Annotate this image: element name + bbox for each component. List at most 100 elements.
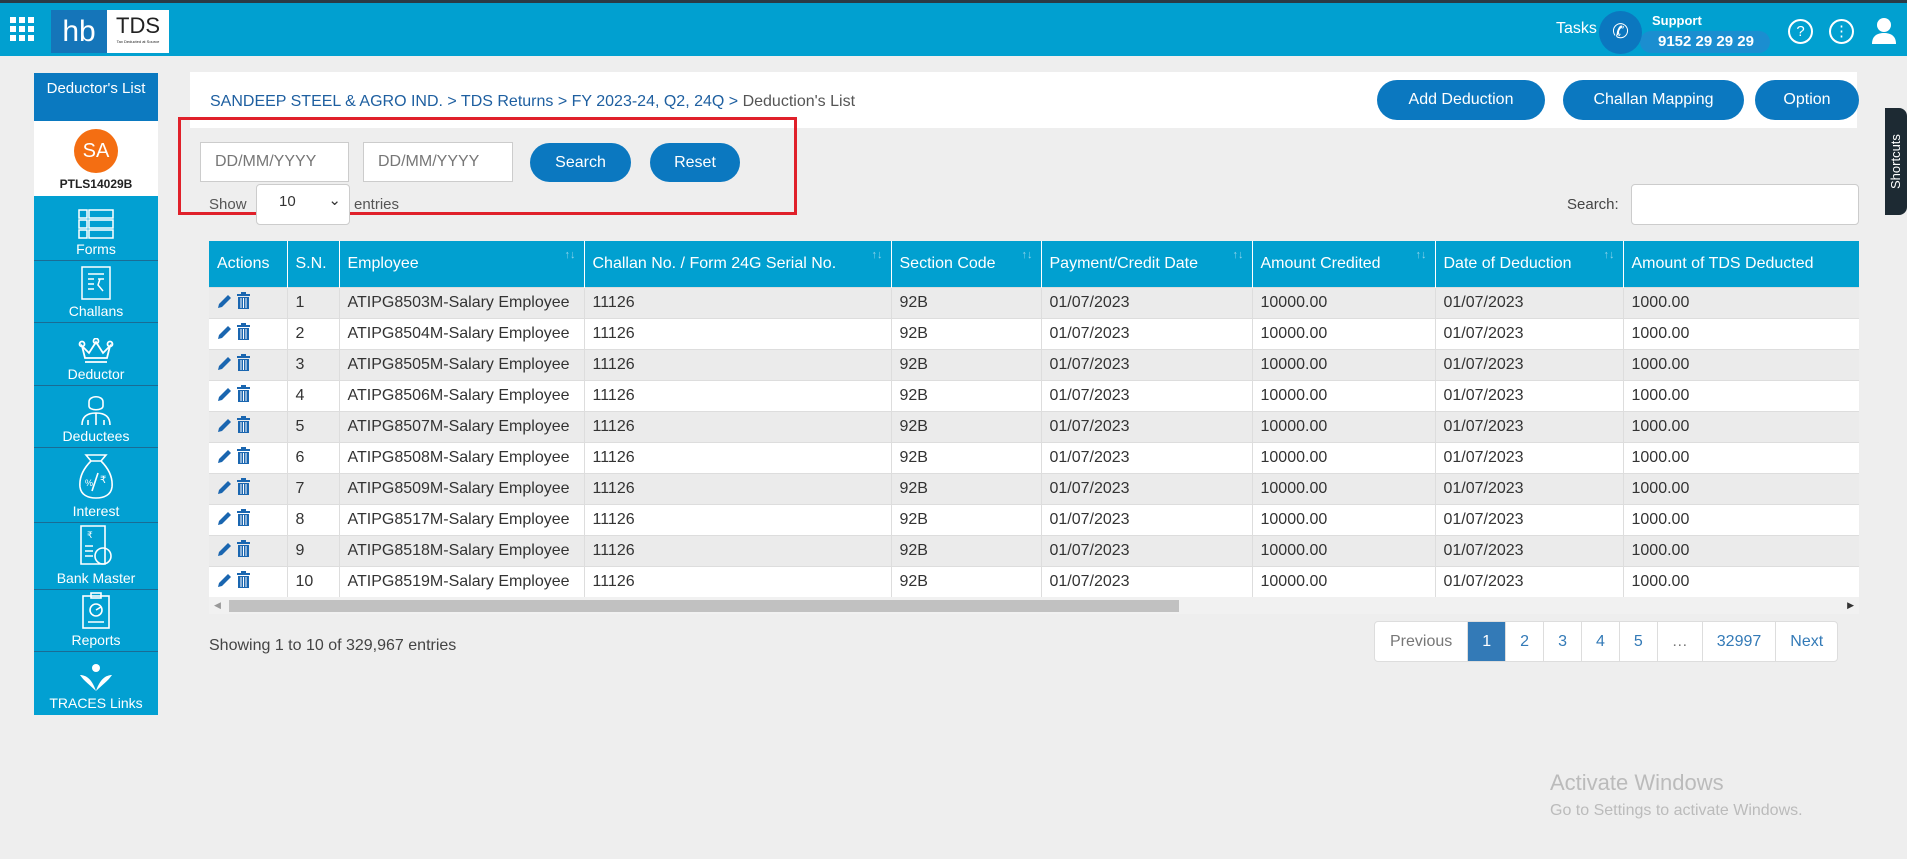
edit-icon[interactable]	[217, 542, 233, 561]
add-deduction-button[interactable]: Add Deduction	[1377, 80, 1545, 120]
hbtds-logo[interactable]: hb TDS Tax Deducted at Source	[51, 10, 169, 53]
actions-cell	[209, 503, 288, 535]
table-cell: 11126	[584, 472, 892, 504]
table-cell: 92B	[891, 317, 1042, 349]
table-cell: 1000.00	[1623, 472, 1859, 504]
sidebar-item-deductor[interactable]: Deductor	[34, 323, 158, 386]
column-header-label: Challan No. / Form 24G Serial No.	[592, 254, 837, 272]
table-cell: 10000.00	[1252, 286, 1436, 318]
sidebar-item-traces-links[interactable]: TRACES Links	[34, 652, 158, 714]
sort-icon[interactable]: ↑↓	[565, 249, 576, 261]
entries-per-page-select[interactable]: 10 ⌄	[256, 184, 350, 225]
table-cell: 1000.00	[1623, 317, 1859, 349]
table-search-input[interactable]	[1631, 184, 1859, 225]
sidebar-item-interest[interactable]: % ₹ Interest	[34, 448, 158, 523]
table-cell: 8	[287, 503, 340, 535]
page-2[interactable]: 2	[1506, 622, 1545, 661]
sidebar-item-challans[interactable]: Challans	[34, 261, 158, 323]
sort-icon[interactable]: ↑↓	[1233, 249, 1244, 261]
support-label: Support	[1652, 13, 1702, 28]
more-options-icon[interactable]: ⋮	[1829, 19, 1854, 44]
table-cell: 01/07/2023	[1435, 286, 1624, 318]
table-row: 6 ATIPG8508M-Salary Employee 11126 92B 01/07…	[209, 441, 1859, 473]
table-cell: 01/07/2023	[1041, 410, 1253, 442]
breadcrumb-tds-returns[interactable]: TDS Returns	[461, 93, 553, 110]
challan-mapping-button[interactable]: Challan Mapping	[1563, 80, 1744, 120]
page-last[interactable]: 32997	[1703, 622, 1777, 661]
logo-tds: TDS Tax Deducted at Source	[107, 10, 169, 53]
actions-cell	[209, 317, 288, 349]
sort-icon[interactable]: ↑↓	[1604, 249, 1615, 261]
delete-icon[interactable]	[237, 477, 251, 499]
column-header[interactable]: Challan No. / Form 24G Serial No. ↑↓	[584, 241, 892, 287]
actions-cell	[209, 472, 288, 504]
delete-icon[interactable]	[237, 353, 251, 375]
delete-icon[interactable]	[237, 446, 251, 468]
page-1[interactable]: 1	[1468, 622, 1507, 661]
delete-icon[interactable]	[237, 508, 251, 530]
page-3[interactable]: 3	[1544, 622, 1582, 661]
deductor-profile[interactable]: SA PTLS14029B	[34, 122, 158, 196]
sidebar-item-deductees[interactable]: Deductees	[34, 386, 158, 448]
svg-text:%: %	[85, 478, 93, 488]
table-cell: 92B	[891, 379, 1042, 411]
edit-icon[interactable]	[217, 573, 233, 592]
column-header-label: Section Code	[899, 254, 996, 272]
breadcrumb-return-period[interactable]: FY 2023-24, Q2, 24Q	[572, 93, 725, 110]
edit-icon[interactable]	[217, 356, 233, 375]
scroll-right-icon[interactable]: ▶	[1847, 600, 1854, 611]
edit-icon[interactable]	[217, 480, 233, 499]
column-header[interactable]: Date of Deduction ↑↓	[1435, 241, 1624, 287]
page-5[interactable]: 5	[1620, 622, 1658, 661]
scrollbar-thumb[interactable]	[229, 600, 1179, 612]
breadcrumb-deductor[interactable]: SANDEEP STEEL & AGRO IND.	[210, 93, 443, 110]
previous-page-button[interactable]: Previous	[1375, 622, 1469, 661]
column-header[interactable]: Section Code ↑↓	[891, 241, 1042, 287]
edit-icon[interactable]	[217, 418, 233, 437]
delete-icon[interactable]	[237, 539, 251, 561]
delete-icon[interactable]	[237, 415, 251, 437]
show-label: Show	[209, 196, 247, 213]
column-header[interactable]: Employee ↑↓	[339, 241, 585, 287]
edit-icon[interactable]	[217, 387, 233, 406]
table-cell: 92B	[891, 503, 1042, 535]
deductors-list-link[interactable]: Deductor's List	[34, 73, 158, 122]
option-button[interactable]: Option	[1755, 80, 1859, 120]
sort-icon[interactable]: ↑↓	[1416, 249, 1427, 261]
shortcuts-tab[interactable]: Shortcuts	[1885, 108, 1907, 215]
delete-icon[interactable]	[237, 384, 251, 406]
delete-icon[interactable]	[237, 291, 251, 313]
edit-icon[interactable]	[217, 511, 233, 530]
column-header[interactable]: Payment/Credit Date ↑↓	[1041, 241, 1253, 287]
sidebar-item-forms[interactable]: Forms	[34, 196, 158, 261]
apps-grid-icon[interactable]	[8, 15, 36, 43]
next-page-button[interactable]: Next	[1776, 622, 1837, 661]
user-profile-icon[interactable]	[1871, 17, 1897, 45]
sort-icon[interactable]: ↑↓	[1022, 249, 1033, 261]
table-cell: 10000.00	[1252, 441, 1436, 473]
sidebar-item-bank-master[interactable]: ₹ Bank Master	[34, 523, 158, 590]
edit-icon[interactable]	[217, 449, 233, 468]
phone-icon[interactable]: ✆	[1599, 11, 1642, 54]
delete-icon[interactable]	[237, 570, 251, 592]
table-cell: 11126	[584, 410, 892, 442]
edit-icon[interactable]	[217, 294, 233, 313]
sidebar-item-reports[interactable]: Reports	[34, 590, 158, 652]
edit-icon[interactable]	[217, 325, 233, 344]
column-header[interactable]: Amount Credited ↑↓	[1252, 241, 1436, 287]
column-header-label: Payment/Credit Date	[1049, 254, 1199, 272]
column-header[interactable]: Amount of TDS Deducted↑↓	[1623, 241, 1859, 287]
horizontal-scrollbar[interactable]: ◀ ▶	[209, 597, 1859, 614]
avatar: SA	[74, 129, 118, 173]
help-icon[interactable]: ?	[1788, 19, 1813, 44]
table-cell: 11126	[584, 441, 892, 473]
sort-icon[interactable]: ↑↓	[872, 249, 883, 261]
pagination: Previous 1 2 3 4 5 … 32997 Next	[1374, 621, 1839, 662]
tasks-link[interactable]: Tasks	[1556, 20, 1597, 38]
table-row: 10 ATIPG8519M-Salary Employee 11126 92B 01/0…	[209, 565, 1859, 597]
logo-tds-text: TDS	[116, 13, 160, 38]
page-4[interactable]: 4	[1582, 622, 1620, 661]
delete-icon[interactable]	[237, 322, 251, 344]
breadcrumb-separator: >	[728, 93, 739, 110]
scroll-left-icon[interactable]: ◀	[214, 600, 221, 611]
